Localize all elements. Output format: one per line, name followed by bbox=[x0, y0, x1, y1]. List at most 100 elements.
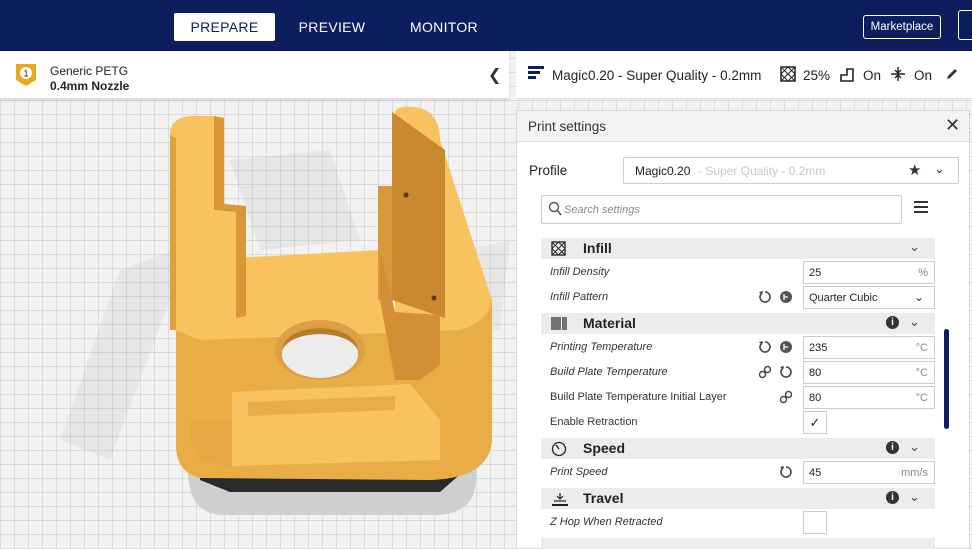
info-icon[interactable]: i bbox=[886, 441, 899, 454]
close-icon[interactable]: ✕ bbox=[945, 115, 960, 136]
info-icon[interactable]: i bbox=[886, 491, 899, 504]
adhesion-icon bbox=[891, 67, 905, 81]
favorite-star-icon[interactable]: ★ bbox=[908, 161, 921, 179]
material-icon bbox=[551, 317, 567, 330]
tab-prepare[interactable]: PREPARE bbox=[174, 13, 275, 41]
print-settings-panel: Print settings ✕ Profile Magic0.20 - Sup… bbox=[516, 110, 970, 549]
infill-density-value: 25 bbox=[809, 267, 822, 279]
material-name: Generic PETG bbox=[50, 64, 129, 78]
build-plate-temperature-initial-unit: °C bbox=[915, 392, 928, 404]
infill-pattern-value: Quarter Cubic bbox=[809, 292, 878, 304]
build-plate-temperature-initial-label: Build Plate Temperature Initial Layer bbox=[550, 391, 727, 403]
chevron-down-icon[interactable]: ⌄ bbox=[909, 489, 920, 505]
settings-title: Print settings bbox=[528, 119, 607, 134]
setting-build-plate-temperature: Build Plate Temperature 80 °C bbox=[541, 360, 935, 385]
chevron-left-icon[interactable]: ❮ bbox=[488, 65, 501, 85]
infill-icon bbox=[551, 241, 566, 256]
infill-density-unit: % bbox=[918, 267, 928, 279]
z-hop-checkbox[interactable] bbox=[803, 511, 827, 534]
infill-pattern-select[interactable]: Quarter Cubic ⌄ bbox=[803, 286, 935, 309]
inherit-icon[interactable] bbox=[779, 290, 793, 304]
profile-select-main: Magic0.20 bbox=[635, 164, 691, 178]
support-icon bbox=[840, 68, 854, 82]
build-plate-temperature-value: 80 bbox=[809, 367, 822, 379]
link-icon[interactable] bbox=[758, 365, 772, 379]
speed-icon bbox=[551, 441, 567, 457]
reset-icon[interactable] bbox=[779, 465, 793, 479]
z-hop-label: Z Hop When Retracted bbox=[550, 516, 663, 528]
build-plate-temperature-initial-value: 80 bbox=[809, 392, 822, 404]
setting-printing-temperature: Printing Temperature 235 °C bbox=[541, 335, 935, 360]
profile-name: Magic0.20 - Super Quality - 0.2mm bbox=[552, 68, 762, 83]
reset-icon[interactable] bbox=[779, 365, 793, 379]
adhesion-value: On bbox=[914, 68, 933, 83]
extruder-badge-icon: 1 bbox=[16, 64, 36, 86]
settings-list: Infill ⌄ Infill Density 25 % Infill Patt… bbox=[541, 235, 961, 549]
extruder-number: 1 bbox=[23, 69, 28, 79]
chevron-down-icon[interactable]: ⌄ bbox=[909, 239, 920, 255]
inherit-icon[interactable] bbox=[779, 340, 793, 354]
printing-temperature-label: Printing Temperature bbox=[550, 341, 653, 353]
tab-monitor[interactable]: MONITOR bbox=[400, 13, 488, 41]
printing-temperature-value: 235 bbox=[809, 342, 828, 354]
profile-select-sub: - Super Quality - 0.2mm bbox=[698, 164, 826, 178]
search-input[interactable]: Search settings bbox=[541, 195, 902, 224]
travel-icon bbox=[552, 493, 568, 506]
profile-label: Profile bbox=[529, 163, 568, 178]
top-header: PREPARE PREVIEW MONITOR Marketplace bbox=[0, 0, 972, 51]
infill-pattern-label: Infill Pattern bbox=[550, 291, 609, 303]
build-plate-temperature-unit: °C bbox=[915, 367, 928, 379]
build-plate-temperature-label: Build Plate Temperature bbox=[550, 366, 668, 378]
account-button[interactable] bbox=[958, 10, 972, 40]
support-value: On bbox=[863, 68, 882, 83]
material-panel[interactable]: 1 Generic PETG 0.4mm Nozzle ❮ bbox=[0, 51, 509, 99]
infill-density-label: Infill Density bbox=[550, 266, 610, 278]
enable-retraction-label: Enable Retraction bbox=[550, 416, 638, 428]
tab-preview[interactable]: PREVIEW bbox=[292, 13, 372, 41]
info-icon[interactable]: i bbox=[886, 316, 899, 329]
infill-density-field[interactable]: 25 % bbox=[803, 261, 935, 284]
category-travel[interactable]: Travel i ⌄ bbox=[541, 488, 935, 509]
settings-menu-icon[interactable] bbox=[914, 201, 928, 213]
infill-value: 25% bbox=[803, 68, 831, 83]
build-plate-temperature-initial-field[interactable]: 80 °C bbox=[803, 386, 935, 409]
printing-temperature-unit: °C bbox=[915, 342, 928, 354]
chevron-down-icon[interactable]: ⌄ bbox=[909, 314, 920, 330]
category-next[interactable] bbox=[541, 538, 935, 549]
chevron-down-icon[interactable]: ⌄ bbox=[909, 439, 920, 455]
setting-infill-density: Infill Density 25 % bbox=[541, 260, 935, 285]
search-placeholder: Search settings bbox=[564, 204, 640, 216]
setting-infill-pattern: Infill Pattern Quarter Cubic ⌄ bbox=[541, 285, 935, 310]
reset-icon[interactable] bbox=[758, 290, 772, 304]
category-infill[interactable]: Infill ⌄ bbox=[541, 238, 935, 259]
print-profile-summary[interactable]: Magic0.20 - Super Quality - 0.2mm 25% On… bbox=[516, 51, 972, 99]
settings-title-bar: Print settings ✕ bbox=[517, 111, 969, 142]
category-infill-label: Infill bbox=[583, 240, 612, 256]
build-plate-temperature-field[interactable]: 80 °C bbox=[803, 361, 935, 384]
marketplace-button[interactable]: Marketplace bbox=[863, 15, 941, 39]
chevron-down-icon[interactable]: ⌄ bbox=[934, 161, 945, 177]
print-speed-unit: mm/s bbox=[901, 467, 928, 479]
setting-print-speed: Print Speed 45 mm/s bbox=[541, 460, 935, 485]
category-speed-label: Speed bbox=[583, 440, 626, 456]
print-speed-value: 45 bbox=[809, 467, 822, 479]
nozzle-size: 0.4mm Nozzle bbox=[50, 79, 130, 93]
category-material-label: Material bbox=[583, 315, 636, 331]
category-travel-label: Travel bbox=[583, 490, 624, 506]
reset-icon[interactable] bbox=[758, 340, 772, 354]
settings-scrollbar[interactable] bbox=[944, 329, 949, 429]
setting-build-plate-temperature-initial: Build Plate Temperature Initial Layer 80… bbox=[541, 385, 935, 410]
profile-select[interactable]: Magic0.20 - Super Quality - 0.2mm ★ ⌄ bbox=[623, 157, 959, 184]
chevron-down-icon: ⌄ bbox=[913, 290, 924, 304]
search-icon bbox=[548, 201, 562, 216]
printing-temperature-field[interactable]: 235 °C bbox=[803, 336, 935, 359]
edit-pencil-icon[interactable] bbox=[946, 68, 958, 80]
category-material[interactable]: Material i ⌄ bbox=[541, 313, 935, 334]
infill-icon bbox=[780, 66, 796, 82]
setting-z-hop: Z Hop When Retracted bbox=[541, 510, 935, 535]
enable-retraction-checkbox[interactable]: ✓ bbox=[803, 411, 827, 434]
setting-enable-retraction: Enable Retraction ✓ bbox=[541, 410, 935, 435]
link-icon[interactable] bbox=[779, 390, 793, 404]
print-speed-field[interactable]: 45 mm/s bbox=[803, 461, 935, 484]
category-speed[interactable]: Speed i ⌄ bbox=[541, 438, 935, 459]
